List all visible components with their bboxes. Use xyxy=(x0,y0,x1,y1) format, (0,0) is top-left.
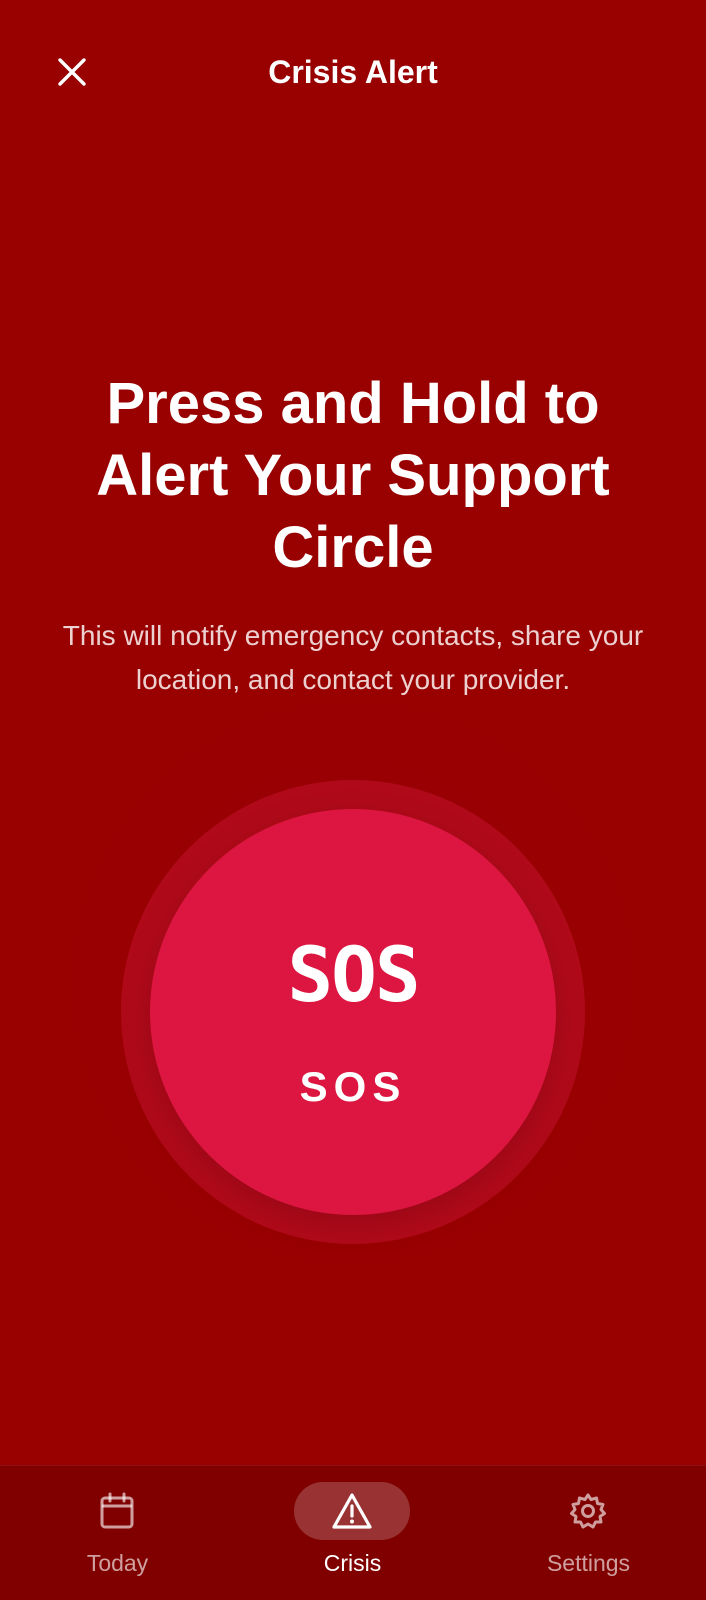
nav-item-settings[interactable]: Settings xyxy=(471,1466,706,1600)
nav-label-crisis: Crisis xyxy=(323,1550,382,1576)
nav-item-crisis[interactable]: Crisis xyxy=(235,1466,470,1600)
nav-label-today: Today xyxy=(86,1550,149,1576)
sos-button[interactable] xyxy=(150,809,556,1215)
calendar-icon xyxy=(100,1492,134,1529)
nav-icon-container-active xyxy=(294,1482,410,1540)
alert-description: This will notify emergency contacts, sha… xyxy=(62,620,644,695)
page-title: Crisis Alert xyxy=(268,54,438,90)
nav-icon-container xyxy=(59,1482,175,1540)
bottom-navigation: Today Crisis Settings xyxy=(0,1465,706,1600)
nav-item-today[interactable]: Today xyxy=(0,1466,235,1600)
warning-icon xyxy=(332,1493,372,1529)
crisis-alert-screen: Crisis Alert Press and Hold to Alert You… xyxy=(0,0,706,1600)
nav-label-settings: Settings xyxy=(546,1550,631,1576)
gear-icon xyxy=(570,1493,606,1529)
alert-headline: Press and Hold to Alert Your Support Cir… xyxy=(96,371,610,580)
nav-icon-container xyxy=(530,1482,646,1540)
